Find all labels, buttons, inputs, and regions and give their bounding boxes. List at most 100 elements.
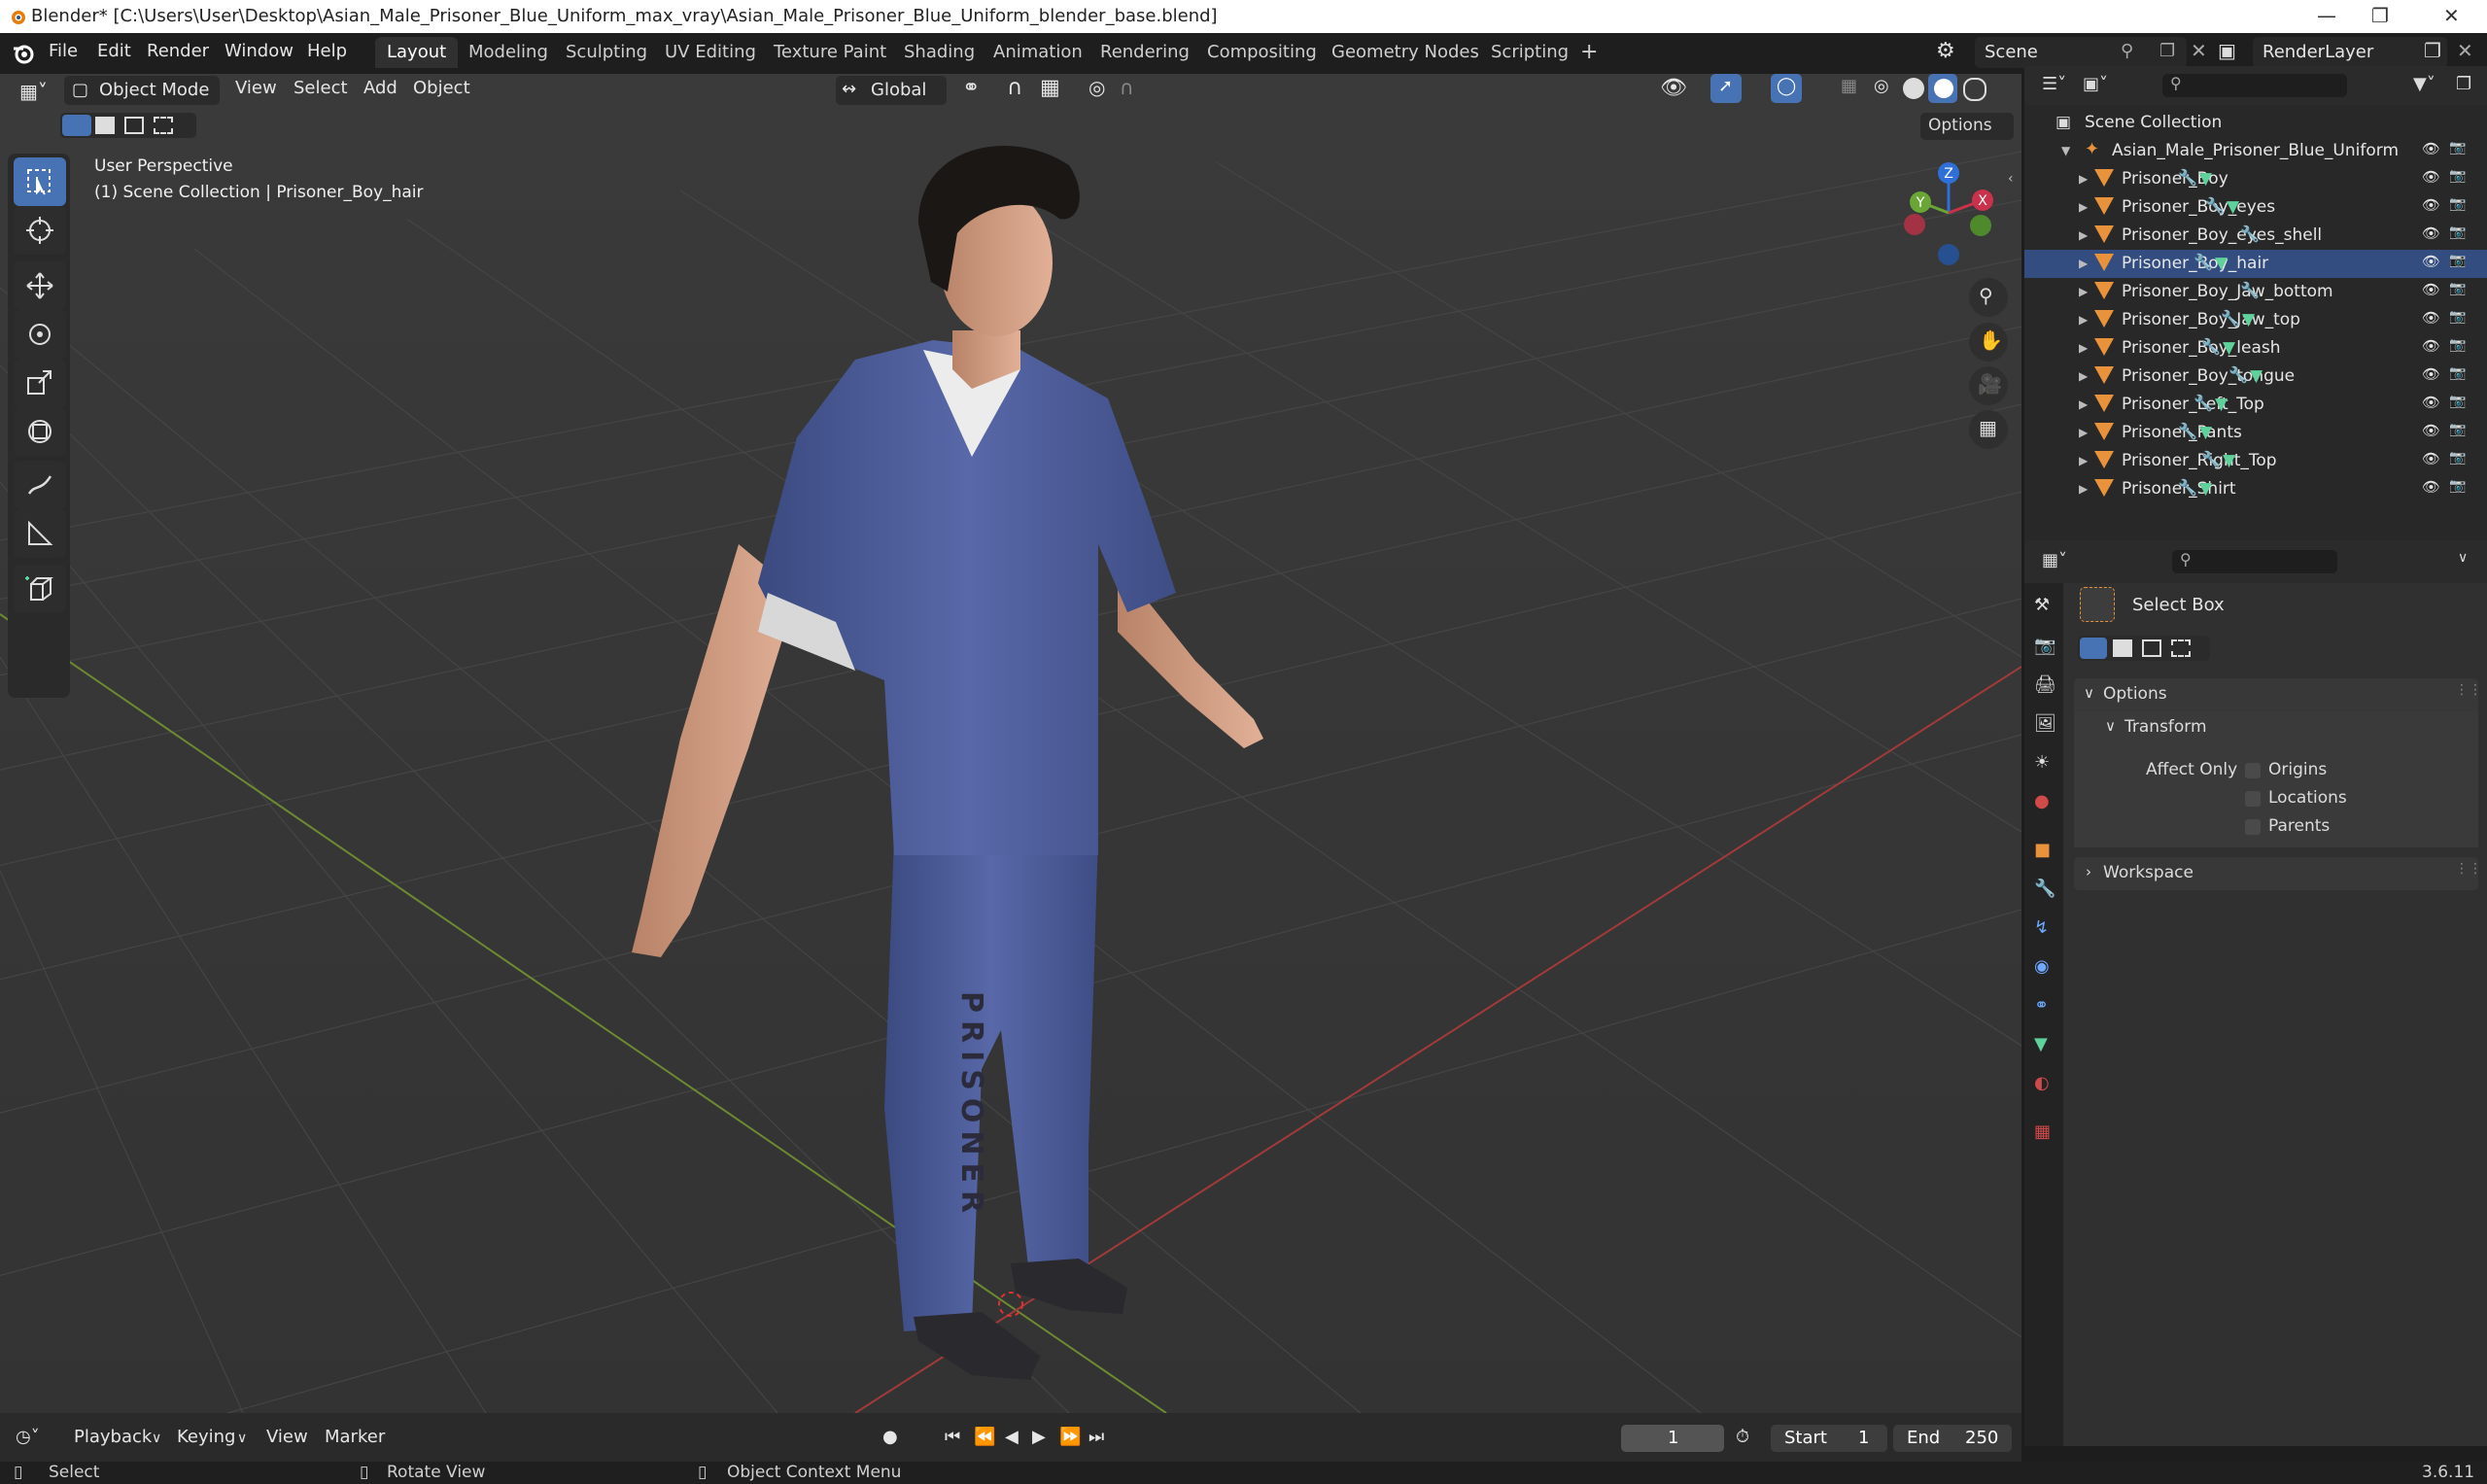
- falloff-icon[interactable]: ∩: [1120, 76, 1134, 99]
- visibility-eye-icon[interactable]: 👁: [2422, 281, 2440, 298]
- modifier-icon[interactable]: 🔧: [2221, 309, 2240, 328]
- mode-selector[interactable]: ▢ Object Mode: [64, 76, 220, 105]
- vertex-groups-icon[interactable]: ▼: [2227, 197, 2239, 217]
- transform-orientation[interactable]: ↭ Global: [836, 76, 947, 105]
- view-layer-selector[interactable]: RenderLayer: [2253, 37, 2447, 68]
- visibility-eye-icon[interactable]: 👁: [2422, 478, 2440, 496]
- viewport-menu-add[interactable]: Add: [363, 78, 397, 98]
- modifier-icon[interactable]: 🔧: [2178, 478, 2197, 497]
- viewport-menu-view[interactable]: View: [235, 78, 277, 98]
- modifier-icon[interactable]: 🔧: [2201, 450, 2221, 468]
- visibility-eye-icon[interactable]: 👁: [2422, 224, 2440, 242]
- tab-uv-editing[interactable]: UV Editing: [653, 37, 768, 68]
- tab-shading[interactable]: Shading: [892, 37, 986, 68]
- snap-icon[interactable]: ∩: [1007, 76, 1022, 100]
- vertex-groups-icon[interactable]: ▼: [2199, 169, 2212, 189]
- blender-menu-icon[interactable]: [12, 43, 35, 64]
- timeline-menu-playback[interactable]: Playback: [74, 1427, 152, 1447]
- vertex-groups-icon[interactable]: ▼: [2199, 423, 2212, 442]
- prop-select-invert-icon[interactable]: [2171, 639, 2191, 657]
- tab-compositing[interactable]: Compositing: [1195, 37, 1329, 68]
- play-icon[interactable]: ▶: [1032, 1427, 1046, 1447]
- expand-toggle-icon[interactable]: ▶: [2079, 482, 2088, 496]
- visibility-icon[interactable]: 👁: [1660, 76, 1687, 100]
- move-tool[interactable]: [14, 261, 66, 310]
- select-box-tool[interactable]: [14, 157, 66, 206]
- visibility-eye-icon[interactable]: 👁: [2422, 168, 2440, 186]
- snap-target-icon[interactable]: ▦: [1040, 76, 1060, 100]
- material-tab-icon[interactable]: ◐: [2034, 1073, 2050, 1093]
- scene-browse-icon[interactable]: ⚙: [1936, 39, 1955, 63]
- tab-layout[interactable]: Layout: [375, 37, 459, 68]
- zoom-button[interactable]: ⚲: [1969, 278, 2008, 317]
- expand-toggle-icon[interactable]: ▶: [2079, 172, 2088, 186]
- constraints-tab-icon[interactable]: ⚭: [2034, 995, 2049, 1016]
- visibility-eye-icon[interactable]: 👁: [2422, 140, 2440, 157]
- workspace-panel-header[interactable]: › Workspace ⋮⋮: [2074, 857, 2482, 890]
- maximize-icon[interactable]: ❐: [2371, 4, 2389, 27]
- vertex-groups-icon[interactable]: ▼: [2242, 310, 2255, 329]
- ortho-toggle-button[interactable]: ▦: [1969, 410, 2008, 449]
- prop-select-subtract-icon[interactable]: [2142, 639, 2161, 657]
- vertex-groups-icon[interactable]: ▼: [2223, 338, 2235, 358]
- data-tab-icon[interactable]: ▼: [2034, 1034, 2048, 1054]
- locations-checkbox[interactable]: [2245, 791, 2261, 807]
- render-camera-icon[interactable]: 📷: [2449, 309, 2466, 325]
- expand-toggle-icon[interactable]: ▶: [2079, 228, 2088, 242]
- object-tab-icon[interactable]: ■: [2034, 840, 2051, 860]
- modifier-icon[interactable]: 🔧: [2205, 196, 2225, 215]
- 3d-viewport[interactable]: ▦˅ ▢ Object Mode View Select Add Object …: [0, 74, 2021, 1413]
- properties-search-input[interactable]: ⚲: [2172, 550, 2337, 573]
- vertex-groups-icon[interactable]: ▼: [2215, 254, 2228, 273]
- modifier-icon[interactable]: 🔧: [2193, 394, 2213, 412]
- camera-view-button[interactable]: 🎥: [1969, 366, 2008, 405]
- modifier-icon[interactable]: 🔧: [2240, 224, 2260, 243]
- drag-handle-icon[interactable]: ⋮⋮: [2455, 682, 2482, 698]
- modifier-icon[interactable]: 🔧: [2240, 281, 2260, 299]
- transform-tool[interactable]: [14, 407, 66, 456]
- modifier-tab-icon[interactable]: 🔧: [2034, 879, 2055, 899]
- visibility-eye-icon[interactable]: 👁: [2422, 365, 2440, 383]
- gizmo-neg-x[interactable]: [1904, 214, 1925, 235]
- transform-collapse-icon[interactable]: ∨: [2105, 717, 2116, 735]
- play-reverse-icon[interactable]: ◀: [1005, 1427, 1019, 1447]
- next-keyframe-icon[interactable]: ⏩: [1059, 1427, 1081, 1447]
- outliner-item[interactable]: ▶ Prisoner_Left_Top 🔧 ▼ 👁 📷: [2024, 391, 2487, 419]
- vertex-groups-icon[interactable]: ▼: [2223, 451, 2235, 470]
- render-camera-icon[interactable]: 📷: [2449, 196, 2466, 212]
- tab-scripting[interactable]: Scripting: [1479, 37, 1580, 68]
- scale-tool[interactable]: [14, 359, 66, 407]
- outliner-item[interactable]: ▶ Prisoner_Boy_Jaw_bottom 🔧 👁 📷: [2024, 278, 2487, 306]
- select-extend-icon[interactable]: [95, 117, 115, 134]
- outliner-item[interactable]: ▶ Prisoner_Boy_eyes_shell 🔧 👁 📷: [2024, 222, 2487, 250]
- options-panel-header[interactable]: ∨ Options ⋮⋮: [2074, 678, 2482, 711]
- scene-selector[interactable]: Scene ⚲ ❐: [1975, 37, 2187, 68]
- properties-options-icon[interactable]: ∨: [2458, 550, 2468, 566]
- expand-toggle-icon[interactable]: ▶: [2079, 341, 2088, 355]
- expand-toggle-icon[interactable]: ▼: [2061, 144, 2070, 157]
- expand-toggle-icon[interactable]: ▶: [2079, 397, 2088, 411]
- render-camera-icon[interactable]: 📷: [2449, 394, 2466, 409]
- tab-sculpting[interactable]: Sculpting: [554, 37, 659, 68]
- add-workspace-button[interactable]: +: [1569, 37, 1609, 68]
- pivot-point-icon[interactable]: ⚭: [962, 76, 980, 100]
- outliner-editor-icon[interactable]: ☰˅: [2042, 74, 2066, 94]
- xray-icon[interactable]: ▦: [1841, 76, 1857, 96]
- solid-shading-icon[interactable]: [1903, 78, 1924, 99]
- visibility-eye-icon[interactable]: 👁: [2422, 309, 2440, 327]
- prop-select-new-icon[interactable]: [2080, 638, 2107, 659]
- minimize-icon[interactable]: —: [2317, 4, 2336, 27]
- tab-geometry-nodes[interactable]: Geometry Nodes: [1320, 37, 1491, 68]
- outliner-item[interactable]: ▶ Prisoner_Boy_eyes 🔧 ▼ 👁 📷: [2024, 193, 2487, 222]
- tab-rendering[interactable]: Rendering: [1088, 37, 1201, 68]
- display-mode-icon[interactable]: ▣˅: [2083, 74, 2108, 94]
- navigation-gizmo[interactable]: Z Y X: [1895, 159, 2002, 266]
- visibility-eye-icon[interactable]: 👁: [2422, 422, 2440, 439]
- outliner-item[interactable]: ▶ Prisoner_Boy_hair 🔧 ▼ 👁 📷: [2024, 250, 2487, 278]
- expand-toggle-icon[interactable]: ▶: [2079, 426, 2088, 439]
- annotate-tool[interactable]: [14, 461, 66, 509]
- pan-button[interactable]: ✋: [1969, 323, 2008, 362]
- render-camera-icon[interactable]: 📷: [2449, 253, 2466, 268]
- render-camera-icon[interactable]: 📷: [2449, 281, 2466, 296]
- gizmo-neg-z[interactable]: [1938, 244, 1959, 265]
